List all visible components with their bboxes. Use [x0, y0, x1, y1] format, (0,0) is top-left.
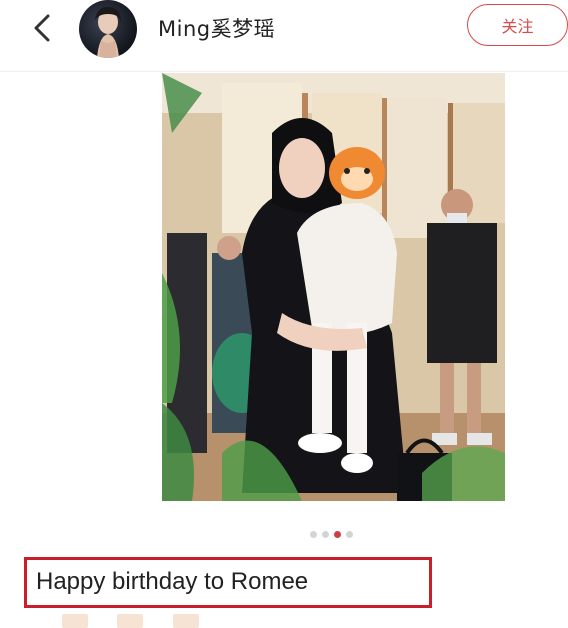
avatar[interactable] — [79, 0, 137, 58]
header-divider — [0, 71, 568, 72]
top-bar: Ming奚梦瑶 关注 — [0, 0, 568, 58]
bottom-thumbnail[interactable] — [62, 614, 88, 628]
username[interactable]: Ming奚梦瑶 — [158, 13, 275, 43]
follow-button[interactable]: 关注 — [467, 4, 568, 46]
bottom-thumbnail[interactable] — [117, 614, 143, 628]
carousel-dot[interactable] — [322, 531, 329, 538]
carousel-dot[interactable] — [310, 531, 317, 538]
caption-highlight-box: Happy birthday to Romee — [24, 557, 432, 608]
carousel-dot[interactable] — [346, 531, 353, 538]
carousel-dot-active[interactable] — [334, 531, 341, 538]
carousel-indicator — [310, 531, 353, 541]
post-photo[interactable] — [162, 73, 505, 501]
post-caption: Happy birthday to Romee — [36, 568, 309, 595]
chevron-left-icon[interactable] — [28, 10, 58, 46]
bottom-thumbnail[interactable] — [173, 614, 199, 628]
